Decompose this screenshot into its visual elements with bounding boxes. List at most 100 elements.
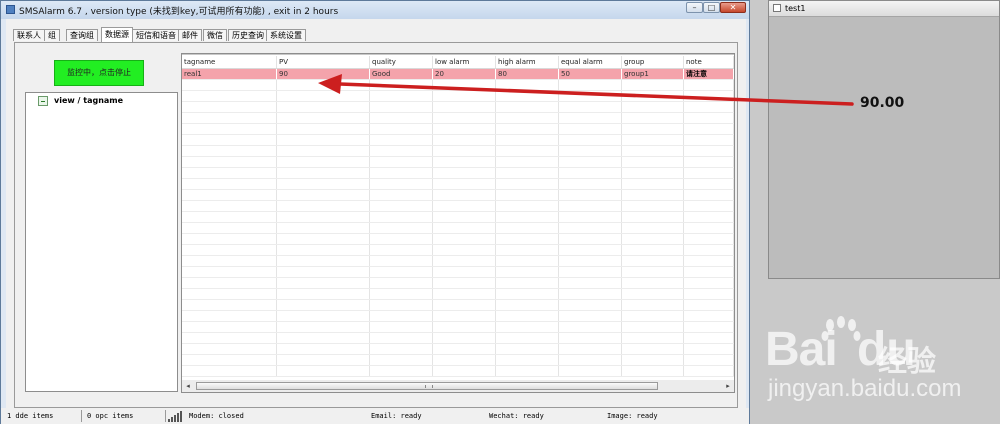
table-cell (182, 212, 277, 222)
table-row[interactable] (182, 267, 734, 278)
table-cell (277, 333, 370, 343)
table-row[interactable] (182, 311, 734, 322)
table-row[interactable] (182, 212, 734, 223)
table-cell (370, 344, 433, 354)
table-cell (433, 366, 496, 376)
table-cell (622, 333, 684, 343)
tab-query-group[interactable]: 查询组 (66, 29, 98, 41)
table-row[interactable] (182, 168, 734, 179)
column-header[interactable]: group (622, 56, 684, 68)
table-row[interactable] (182, 102, 734, 113)
scroll-left-icon[interactable]: ◂ (182, 380, 194, 392)
tab-email[interactable]: 邮件 (178, 29, 202, 41)
table-cell (370, 223, 433, 233)
table-cell (433, 157, 496, 167)
tree-node-label[interactable]: view / tagname (54, 96, 123, 105)
table-cell (433, 234, 496, 244)
tab-history[interactable]: 历史查询 (228, 29, 268, 41)
table-cell (496, 91, 559, 101)
tab-sms-voice[interactable]: 短信和语音 (132, 29, 180, 41)
table-cell (433, 322, 496, 332)
table-cell (277, 157, 370, 167)
table-cell (622, 300, 684, 310)
tab-data-source[interactable]: 数据源 (101, 27, 133, 42)
table-cell (182, 80, 277, 90)
table-cell (496, 355, 559, 365)
table-row[interactable] (182, 333, 734, 344)
column-header[interactable]: PV (277, 56, 370, 68)
column-header[interactable]: tagname (182, 56, 277, 68)
table-row[interactable] (182, 245, 734, 256)
table-cell (370, 113, 433, 123)
column-header[interactable]: high alarm (496, 56, 559, 68)
minimize-button[interactable]: – (686, 2, 703, 13)
table-row[interactable] (182, 80, 734, 91)
table-cell (559, 91, 622, 101)
table-cell (370, 102, 433, 112)
table-row[interactable] (182, 124, 734, 135)
table-row[interactable] (182, 366, 734, 377)
table-row[interactable] (182, 201, 734, 212)
table-cell (433, 245, 496, 255)
table-cell (684, 234, 734, 244)
table-cell (559, 212, 622, 222)
tab-settings[interactable]: 系统设置 (266, 29, 306, 41)
maximize-button[interactable]: □ (703, 2, 720, 13)
column-header[interactable]: note (684, 56, 734, 68)
table-row[interactable] (182, 234, 734, 245)
table-row[interactable]: real1 90 Good 20 80 50 group1 请注意 (182, 69, 734, 80)
table-row[interactable] (182, 278, 734, 289)
signal-strength-icon (168, 411, 185, 422)
tag-table[interactable]: tagname PV quality low alarm high alarm equal… (181, 53, 735, 393)
table-cell (496, 333, 559, 343)
tab-contacts[interactable]: 联系人 (13, 29, 45, 41)
tab-wechat[interactable]: 微信 (203, 29, 227, 41)
table-row[interactable] (182, 289, 734, 300)
table-cell (277, 245, 370, 255)
tab-group[interactable]: 组 (44, 29, 60, 41)
table-cell (277, 223, 370, 233)
table-cell (182, 333, 277, 343)
test1-title-bar[interactable]: test1 (769, 1, 999, 17)
table-cell (559, 190, 622, 200)
table-cell (559, 311, 622, 321)
table-row[interactable] (182, 91, 734, 102)
table-row[interactable] (182, 113, 734, 124)
table-row[interactable] (182, 223, 734, 234)
table-cell (622, 168, 684, 178)
table-row[interactable] (182, 256, 734, 267)
table-row[interactable] (182, 146, 734, 157)
table-cell (622, 212, 684, 222)
column-header[interactable]: low alarm (433, 56, 496, 68)
scroll-thumb[interactable] (196, 382, 658, 390)
tree-node-icon[interactable] (38, 96, 48, 106)
tag-tree[interactable]: view / tagname (25, 92, 178, 392)
table-cell (684, 135, 734, 145)
table-row[interactable] (182, 322, 734, 333)
table-cell (496, 113, 559, 123)
table-row[interactable] (182, 157, 734, 168)
column-header[interactable]: equal alarm (559, 56, 622, 68)
table-cell (559, 157, 622, 167)
close-button[interactable]: ✕ (720, 2, 746, 13)
table-cell (684, 278, 734, 288)
table-cell (496, 212, 559, 222)
table-cell (277, 289, 370, 299)
table-row[interactable] (182, 300, 734, 311)
table-cell (370, 256, 433, 266)
table-row[interactable] (182, 344, 734, 355)
table-row[interactable] (182, 355, 734, 366)
monitor-toggle-button[interactable]: 监控中，点击停止 (54, 60, 144, 86)
table-cell (559, 179, 622, 189)
table-cell (684, 91, 734, 101)
table-cell (622, 289, 684, 299)
table-row[interactable] (182, 190, 734, 201)
table-cell (622, 223, 684, 233)
horizontal-scrollbar[interactable]: ◂ ▸ (182, 380, 734, 392)
column-header[interactable]: quality (370, 56, 433, 68)
table-cell (496, 300, 559, 310)
table-row[interactable] (182, 135, 734, 146)
scroll-right-icon[interactable]: ▸ (722, 380, 734, 392)
table-row[interactable] (182, 179, 734, 190)
title-bar[interactable]: SMSAlarm 6.7 , version type (未找到key,可试用所… (1, 1, 749, 19)
